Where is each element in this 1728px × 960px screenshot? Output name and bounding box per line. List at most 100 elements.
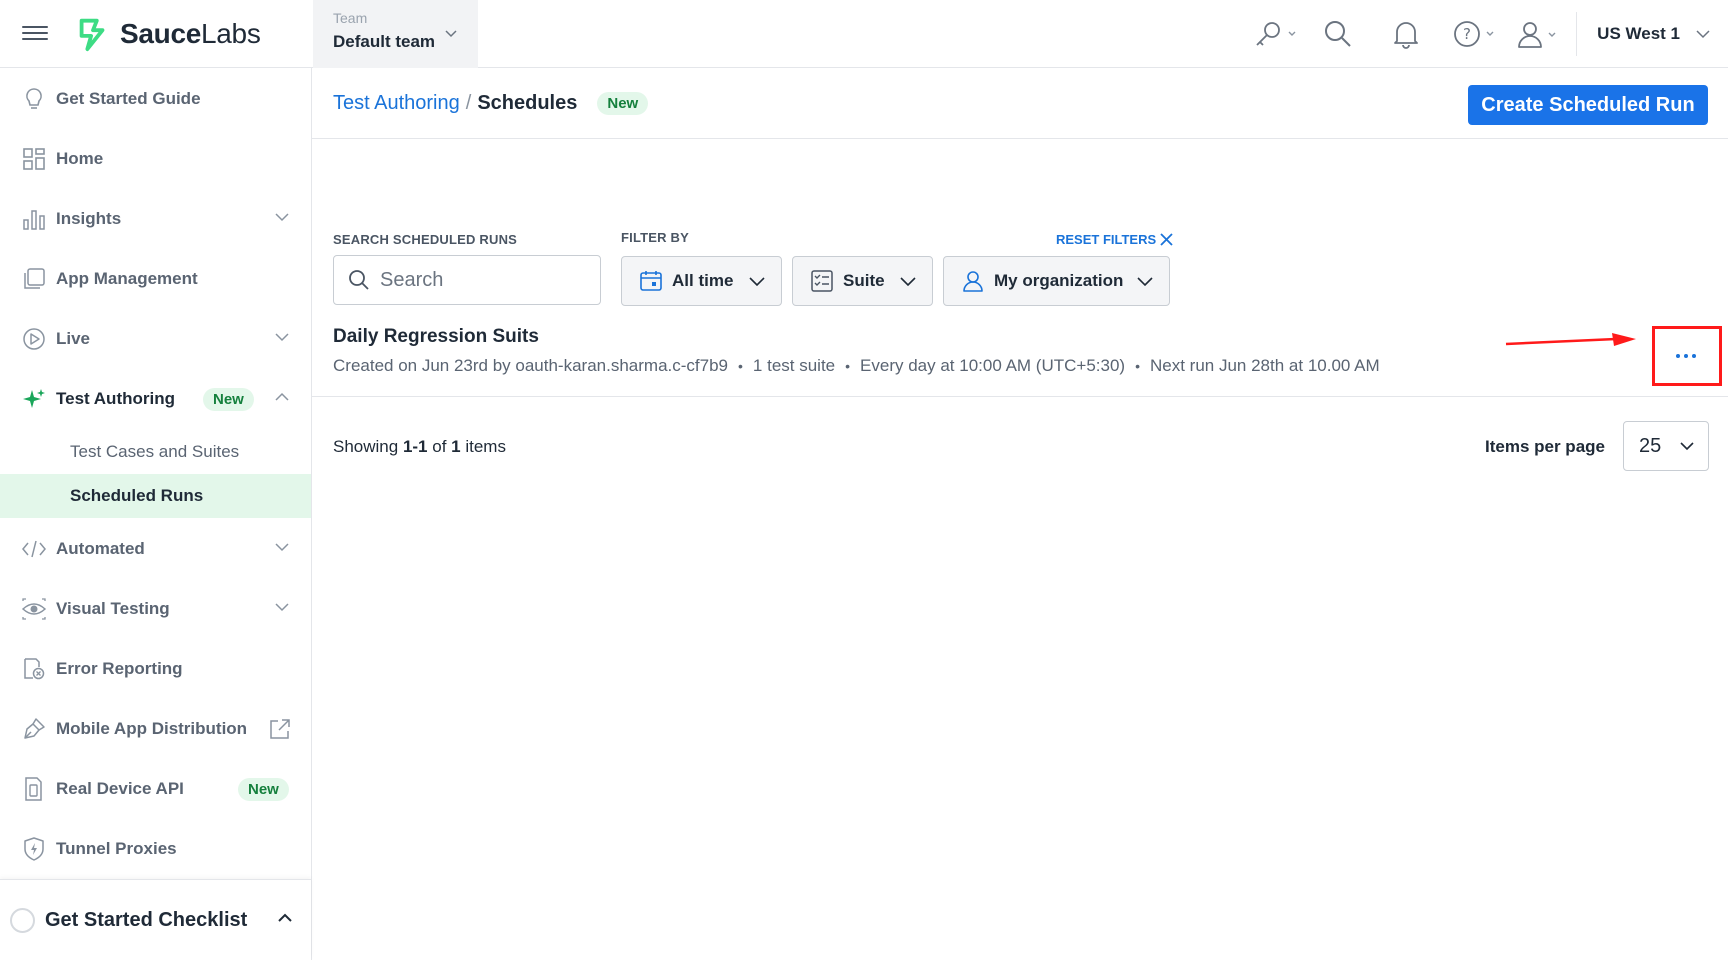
pen-tool-icon xyxy=(22,717,46,741)
device-doc-icon xyxy=(22,777,46,801)
more-options-button[interactable] xyxy=(1662,338,1710,374)
breadcrumb-test-authoring[interactable]: Test Authoring xyxy=(333,92,460,115)
chevron-down-icon xyxy=(1680,442,1694,451)
chevron-up-icon xyxy=(278,913,292,922)
sidebar-item-live[interactable]: Live xyxy=(0,319,311,359)
items-per-page-value: 25 xyxy=(1639,434,1662,457)
run-created: Created on Jun 23rd by oauth-karan.sharm… xyxy=(333,356,729,375)
saucelabs-bolt-icon xyxy=(79,18,105,52)
sidebar-item-label: Insights xyxy=(56,209,122,228)
external-link-icon xyxy=(270,719,290,739)
user-icon xyxy=(963,271,983,292)
reset-filters-button[interactable]: RESET FILTERS xyxy=(1056,232,1173,247)
run-title[interactable]: Daily Regression Suits xyxy=(333,326,539,348)
search-icon xyxy=(349,270,369,290)
checklist-label: Get Started Checklist xyxy=(45,908,248,931)
filter-by-label: FILTER BY xyxy=(621,230,689,245)
saucelabs-logo[interactable]: SauceLabs xyxy=(74,14,261,54)
separator-dot: • xyxy=(845,358,851,374)
sidebar-item-real-device-api[interactable]: Real Device API New xyxy=(0,769,311,809)
sidebar-item-automated[interactable]: Automated xyxy=(0,529,311,569)
sidebar-item-test-authoring[interactable]: Test Authoring New xyxy=(0,379,311,419)
suite-filter-label: Suite xyxy=(843,271,885,290)
run-meta: Created on Jun 23rd by oauth-karan.sharm… xyxy=(333,356,1380,376)
team-label: Team xyxy=(333,10,368,26)
help-icon: ? xyxy=(1454,21,1494,47)
sidebar-item-insights[interactable]: Insights xyxy=(0,199,311,239)
sidebar-item-app-management[interactable]: App Management xyxy=(0,259,311,299)
hamburger-menu-icon[interactable] xyxy=(22,22,48,44)
sidebar-item-label: Live xyxy=(56,329,91,348)
run-schedule: Every day at 10:00 AM (UTC+5:30) xyxy=(860,356,1126,375)
breadcrumb-separator: / xyxy=(465,92,472,114)
run-next: Next run Jun 28th at 10.00 AM xyxy=(1150,356,1380,375)
play-circle-icon xyxy=(22,327,46,351)
separator-dot: • xyxy=(1135,358,1140,374)
chevron-down-icon xyxy=(900,277,916,286)
suite-filter-dropdown[interactable]: Suite xyxy=(792,256,933,306)
chevron-down-icon xyxy=(275,333,289,342)
pagination: Showing 1-1 of 1 items Items per page 25 xyxy=(312,397,1728,497)
showing-items-text: Showing 1-1 of 1 items xyxy=(333,437,506,456)
organization-filter-dropdown[interactable]: My organization xyxy=(943,256,1170,306)
page-title: Schedules xyxy=(477,92,578,114)
help-button[interactable]: ? xyxy=(1440,0,1510,68)
code-icon xyxy=(22,537,46,561)
search-field[interactable] xyxy=(333,255,601,305)
bar-chart-icon xyxy=(22,207,46,231)
get-started-checklist[interactable]: Get Started Checklist xyxy=(0,879,311,960)
breadcrumb: Test Authoring / Schedules New xyxy=(333,92,649,115)
dot xyxy=(1684,354,1688,358)
sidebar-item-label: Real Device API xyxy=(56,779,184,798)
region-label: US West 1 xyxy=(1597,24,1680,43)
lightbulb-icon xyxy=(22,87,46,111)
search-button[interactable] xyxy=(1304,0,1372,68)
chevron-down-icon xyxy=(1696,30,1710,39)
sparkle-icon xyxy=(22,387,46,411)
new-badge: New xyxy=(203,387,254,411)
sidebar-item-label: Error Reporting xyxy=(56,659,183,678)
annotation-arrow-icon xyxy=(1505,333,1636,346)
search-input[interactable] xyxy=(380,268,580,292)
chevron-down-icon xyxy=(1137,277,1153,286)
close-icon xyxy=(1160,233,1173,246)
sidebar-item-get-started-guide[interactable]: Get Started Guide xyxy=(0,79,311,119)
user-icon xyxy=(1518,22,1556,48)
list-item[interactable]: Daily Regression Suits Created on Jun 23… xyxy=(312,304,1728,397)
team-value: Default team xyxy=(333,32,436,51)
bell-icon xyxy=(1394,22,1419,49)
chevron-down-icon xyxy=(275,603,289,612)
eye-icon xyxy=(22,597,46,621)
sidebar-item-error-reporting[interactable]: Error Reporting xyxy=(0,649,311,689)
error-doc-icon xyxy=(22,657,46,681)
shield-bolt-icon xyxy=(22,837,46,861)
sidebar-item-label: App Management xyxy=(56,269,198,288)
sidebar-item-label: Tunnel Proxies xyxy=(56,839,177,858)
access-key-button[interactable] xyxy=(1246,0,1304,68)
sidebar-item-home[interactable]: Home xyxy=(0,139,311,179)
sidebar-item-mobile-app-distribution[interactable]: Mobile App Distribution xyxy=(0,709,311,749)
sidebar-subitem-test-cases[interactable]: Test Cases and Suites xyxy=(0,430,311,474)
sidebar-item-tunnel-proxies[interactable]: Tunnel Proxies xyxy=(0,829,311,869)
time-filter-label: All time xyxy=(672,271,734,290)
sidebar-subitem-scheduled-runs[interactable]: Scheduled Runs xyxy=(0,474,311,518)
user-menu-button[interactable] xyxy=(1510,0,1566,68)
chevron-up-icon xyxy=(275,392,289,401)
sidebar-item-visual-testing[interactable]: Visual Testing xyxy=(0,589,311,629)
create-scheduled-run-button[interactable]: Create Scheduled Run xyxy=(1468,85,1708,125)
notifications-button[interactable] xyxy=(1372,0,1440,68)
filters-bar: SEARCH SCHEDULED RUNS FILTER BY RESET FI… xyxy=(312,140,1728,310)
organization-filter-label: My organization xyxy=(994,271,1124,290)
key-icon xyxy=(1256,22,1296,46)
items-per-page-select[interactable]: 25 xyxy=(1623,421,1709,471)
team-selector[interactable]: Team Default team xyxy=(313,0,478,68)
reset-filters-label: RESET FILTERS xyxy=(1056,232,1157,247)
dot xyxy=(1676,354,1680,358)
new-badge: New xyxy=(238,777,289,801)
checklist-icon xyxy=(811,270,833,292)
region-selector[interactable]: US West 1 xyxy=(1576,12,1728,56)
time-filter-dropdown[interactable]: All time xyxy=(621,256,782,306)
app-stack-icon xyxy=(22,267,46,291)
checklist-progress-icon xyxy=(10,907,35,933)
calendar-icon xyxy=(640,271,662,291)
